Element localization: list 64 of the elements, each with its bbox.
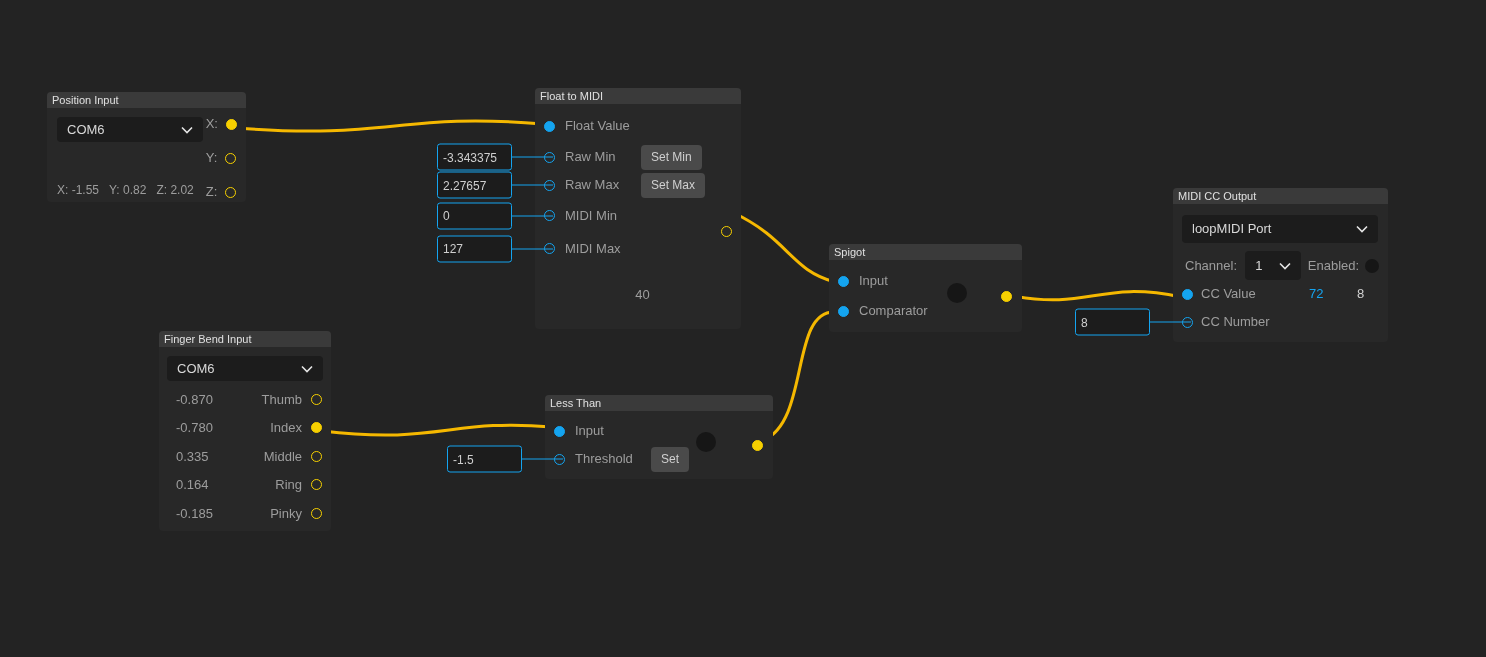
value-field[interactable]: 0 — [437, 202, 512, 229]
output-port[interactable] — [1001, 290, 1012, 302]
value-field[interactable]: 2.27657 — [437, 171, 512, 199]
enabled-label: Enabled: — [1307, 256, 1360, 275]
cc-number-reading: 8 — [1357, 285, 1365, 304]
port-label: Raw Min — [565, 148, 617, 167]
node-title[interactable]: Position Input — [47, 92, 246, 108]
node-title[interactable]: Float to MIDI — [535, 88, 741, 104]
channel-label: Channel: — [1185, 256, 1239, 275]
set-button[interactable]: Set Min — [641, 144, 702, 170]
port-dropdown[interactable]: 1 — [1245, 251, 1301, 280]
port-label: Input — [575, 422, 605, 441]
axis-reading: X: -1.55 — [57, 182, 100, 199]
bend-reading: -0.870 — [176, 390, 214, 409]
input-port[interactable] — [838, 305, 849, 317]
output-port[interactable] — [752, 439, 763, 451]
port-dropdown[interactable]: loopMIDI Port — [1182, 215, 1378, 243]
bend-reading: -0.185 — [176, 504, 214, 523]
port-label: Thumb — [261, 390, 302, 409]
cc-value-reading: 72 — [1309, 285, 1325, 304]
port-label: Ring — [275, 476, 302, 494]
chevron-down-icon — [181, 125, 193, 134]
value-field[interactable]: -3.343375 — [437, 143, 512, 171]
port-label: CC Number — [1201, 313, 1271, 332]
input-port[interactable] — [838, 275, 849, 287]
port-label: Comparator — [859, 302, 928, 321]
chevron-down-icon — [1278, 261, 1291, 270]
set-button[interactable]: Set Max — [641, 172, 705, 198]
value-field[interactable]: -1.5 — [447, 445, 522, 473]
input-port[interactable] — [1182, 288, 1193, 300]
axis-reading: Z: 2.02 — [156, 182, 194, 199]
node-title[interactable]: Less Than — [545, 395, 773, 411]
node-title[interactable]: Finger Bend Input — [159, 331, 331, 347]
port-label: Float Value — [565, 117, 630, 136]
port-label: Pinky — [270, 504, 302, 523]
input-port[interactable] — [544, 120, 555, 132]
port-label: Z: — [205, 183, 218, 202]
bend-reading: -0.780 — [176, 419, 214, 437]
node-title[interactable]: MIDI CC Output — [1173, 188, 1388, 204]
port-label: Y: — [205, 149, 218, 168]
bend-reading: 0.164 — [176, 476, 210, 494]
port-dropdown[interactable]: COM6 — [57, 117, 203, 142]
port-label: CC Value — [1201, 285, 1257, 304]
port-label: Middle — [263, 447, 302, 466]
port-label: Raw Max — [565, 176, 621, 195]
port-dropdown[interactable]: COM6 — [167, 356, 323, 381]
axis-reading: Y: 0.82 — [109, 182, 147, 199]
value-field[interactable]: 127 — [437, 235, 512, 262]
input-port[interactable] — [554, 425, 565, 437]
port-label: Threshold — [575, 450, 634, 469]
set-button[interactable]: Set — [651, 446, 689, 472]
midi-value: 40 — [635, 286, 650, 304]
port-label: MIDI Min — [565, 206, 618, 225]
node-title[interactable]: Spigot — [829, 244, 1022, 260]
port-label: X: — [205, 115, 218, 134]
chevron-down-icon — [301, 364, 313, 373]
chevron-down-icon — [1356, 225, 1368, 233]
output-port[interactable] — [226, 118, 237, 130]
bend-reading: 0.335 — [176, 447, 210, 466]
port-label: MIDI Max — [565, 239, 622, 258]
value-field[interactable]: 8 — [1075, 308, 1150, 336]
output-port[interactable] — [311, 422, 322, 434]
port-label: Input — [859, 272, 889, 291]
port-label: Index — [270, 419, 302, 437]
